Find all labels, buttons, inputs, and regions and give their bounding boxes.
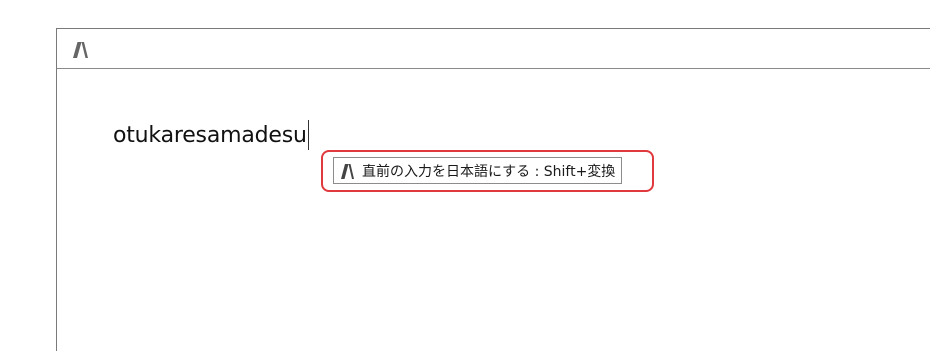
text-editor-area[interactable]: otukaresamadesu [57, 69, 930, 351]
typed-text: otukaresamadesu [113, 122, 307, 148]
atok-logo-icon [338, 162, 356, 180]
input-line[interactable]: otukaresamadesu [113, 117, 309, 153]
convert-suggestion-popup[interactable]: 直前の入力を日本語にする : Shift+変換 [333, 157, 623, 184]
atok-logo-icon [69, 38, 91, 60]
text-caret [307, 120, 309, 150]
screen: otukaresamadesu 直前の入力を日本語にする : Shift+変換 [0, 0, 930, 351]
title-bar [57, 29, 930, 69]
suggestion-text: 直前の入力を日本語にする : Shift+変換 [362, 163, 616, 180]
